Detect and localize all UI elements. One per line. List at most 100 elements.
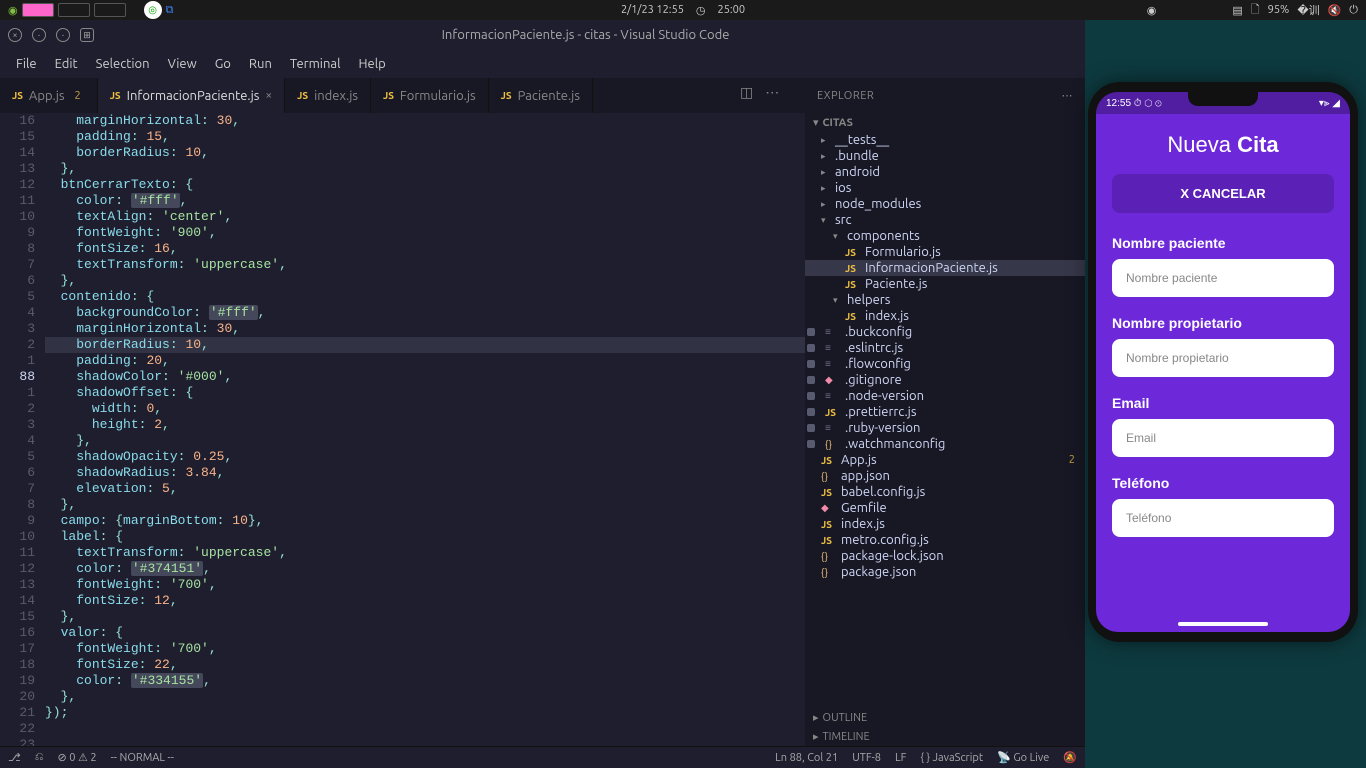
tree-item-label: .node-version: [845, 389, 924, 403]
tab-paciente-js[interactable]: JSPaciente.js: [489, 78, 593, 113]
menu-run[interactable]: Run: [241, 54, 280, 74]
menu-go[interactable]: Go: [207, 54, 239, 74]
menu-terminal[interactable]: Terminal: [282, 54, 349, 74]
remote-icon[interactable]: ⎇: [8, 751, 21, 764]
text-input[interactable]: Nombre paciente: [1112, 259, 1334, 297]
field-label: Nombre propietario: [1112, 315, 1334, 331]
folder-src[interactable]: ▾src: [805, 212, 1085, 228]
file--flowconfig[interactable]: ≡.flowconfig: [805, 356, 1085, 372]
tree-item-label: ios: [835, 181, 851, 195]
file-babel-config-js[interactable]: JSbabel.config.js: [805, 484, 1085, 500]
tab-app-js[interactable]: JSApp.js2: [0, 78, 98, 113]
chevron-right-icon: ▸: [821, 151, 831, 162]
tab-index-js[interactable]: JSindex.js: [285, 78, 371, 113]
file-package-lock-json[interactable]: {}package-lock.json: [805, 548, 1085, 564]
battery-icon: 🗋: [1251, 1, 1260, 20]
tab-formulario-js[interactable]: JSFormulario.js: [371, 78, 489, 113]
folder-android[interactable]: ▸android: [805, 164, 1085, 180]
close-icon[interactable]: ×: [265, 89, 272, 102]
folder-__tests__[interactable]: ▸__tests__: [805, 132, 1085, 148]
folder-ios[interactable]: ▸ios: [805, 180, 1085, 196]
outline-section[interactable]: ▸ OUTLINE: [805, 708, 1085, 727]
chevron-right-icon: ▸: [813, 730, 819, 743]
file-app-json[interactable]: {}app.json: [805, 468, 1085, 484]
workspace-1[interactable]: [22, 3, 54, 17]
encoding[interactable]: UTF-8: [852, 752, 881, 764]
notifications-icon[interactable]: 🔕: [1063, 751, 1077, 764]
more-actions-icon[interactable]: ⋯: [765, 84, 779, 101]
file-gemfile[interactable]: ◆Gemfile: [805, 500, 1085, 516]
split-editor-icon[interactable]: ◫: [740, 84, 753, 101]
file-paciente-js[interactable]: JSPaciente.js: [805, 276, 1085, 292]
eol[interactable]: LF: [895, 752, 906, 764]
explorer-more-icon[interactable]: ⋯: [1062, 89, 1074, 102]
folder-components[interactable]: ▾components: [805, 228, 1085, 244]
emulator-icon[interactable]: ◎: [144, 1, 162, 19]
tree-item-label: .bundle: [835, 149, 879, 163]
wifi-icon[interactable]: �训: [1297, 2, 1319, 18]
modified-marker: [807, 328, 815, 336]
cancel-button[interactable]: X CANCELAR: [1112, 174, 1334, 213]
file-app-js[interactable]: JSApp.js2: [805, 452, 1085, 468]
file-metro-config-js[interactable]: JSmetro.config.js: [805, 532, 1085, 548]
close-window-button[interactable]: ×: [8, 28, 22, 42]
file--watchmanconfig[interactable]: {}.watchmanconfig: [805, 436, 1085, 452]
maximize-window-button[interactable]: ·: [56, 28, 70, 42]
code-content[interactable]: marginHorizontal: 30, padding: 15, borde…: [45, 113, 805, 746]
tray-icon[interactable]: ▤: [1232, 4, 1242, 17]
timeline-section[interactable]: ▸ TIMELINE: [805, 727, 1085, 746]
power-icon[interactable]: ⏻: [1349, 4, 1358, 17]
cfg-file-icon: ≡: [825, 326, 841, 338]
workspace-2[interactable]: [58, 3, 90, 17]
menu-selection[interactable]: Selection: [88, 54, 158, 74]
extra-window-button[interactable]: ⊞: [80, 28, 94, 42]
menu-view[interactable]: View: [160, 54, 205, 74]
file--node-version[interactable]: ≡.node-version: [805, 388, 1085, 404]
js-file-icon: JS: [845, 247, 861, 258]
vscode-taskbar-icon[interactable]: ⧉: [166, 4, 174, 17]
problems[interactable]: ⊘ 0 ⚠ 2: [58, 751, 97, 764]
file-index-js[interactable]: JSindex.js: [805, 516, 1085, 532]
workspace-3[interactable]: [94, 3, 126, 17]
timer[interactable]: 25:00: [718, 4, 746, 16]
menu-edit[interactable]: Edit: [47, 54, 86, 74]
chevron-down-icon: ▾: [833, 295, 843, 306]
statusbar: ⎇ ⎌ ⊘ 0 ⚠ 2 -- NORMAL -- Ln 88, Col 21 U…: [0, 746, 1085, 768]
json-file-icon: {}: [825, 439, 841, 450]
js-file-icon: JS: [821, 487, 837, 498]
file--eslintrc-js[interactable]: ≡.eslintrc.js: [805, 340, 1085, 356]
menu-help[interactable]: Help: [350, 54, 393, 74]
language-mode[interactable]: { } JavaScript: [920, 752, 983, 764]
record-icon[interactable]: ◉: [1147, 4, 1157, 17]
folder--bundle[interactable]: ▸ .bundle: [805, 148, 1085, 164]
text-input[interactable]: Teléfono: [1112, 499, 1334, 537]
file-package-json[interactable]: {}package.json: [805, 564, 1085, 580]
file-index-js[interactable]: JSindex.js: [805, 308, 1085, 324]
app-menu-icon[interactable]: ◉: [8, 4, 18, 17]
file-formulario-js[interactable]: JSFormulario.js: [805, 244, 1085, 260]
code-editor[interactable]: 1615141312111098765432188123456789101112…: [0, 113, 805, 746]
text-input[interactable]: Email: [1112, 419, 1334, 457]
folder-node_modules[interactable]: ▸node_modules: [805, 196, 1085, 212]
file--prettierrc-js[interactable]: JS.prettierrc.js: [805, 404, 1085, 420]
go-live-button[interactable]: 📡 Go Live: [997, 751, 1049, 764]
file--ruby-version[interactable]: ≡.ruby-version: [805, 420, 1085, 436]
menubar: FileEditSelectionViewGoRunTerminalHelp: [0, 50, 1085, 78]
minimize-window-button[interactable]: ·: [32, 28, 46, 42]
file--gitignore[interactable]: ◆.gitignore: [805, 372, 1085, 388]
js-file-icon: JS: [845, 263, 861, 274]
project-root[interactable]: ▾ CITAS: [805, 113, 1085, 132]
text-input[interactable]: Nombre propietario: [1112, 339, 1334, 377]
cursor-position[interactable]: Ln 88, Col 21: [775, 752, 838, 764]
js-file-icon: JS: [110, 90, 121, 101]
menu-file[interactable]: File: [8, 54, 45, 74]
tab-label: Paciente.js: [518, 89, 580, 103]
volume-icon[interactable]: 🔇: [1328, 4, 1342, 17]
folder-helpers[interactable]: ▾helpers: [805, 292, 1085, 308]
clock[interactable]: 2/1/23 12:55: [621, 4, 684, 16]
file-informacionpaciente-js[interactable]: JSInformacionPaciente.js: [805, 260, 1085, 276]
tab-informacionpaciente-js[interactable]: JSInformacionPaciente.js×: [98, 78, 285, 113]
file--buckconfig[interactable]: ≡.buckconfig: [805, 324, 1085, 340]
home-indicator[interactable]: [1178, 622, 1268, 626]
git-branch-icon[interactable]: ⎌: [35, 751, 44, 764]
